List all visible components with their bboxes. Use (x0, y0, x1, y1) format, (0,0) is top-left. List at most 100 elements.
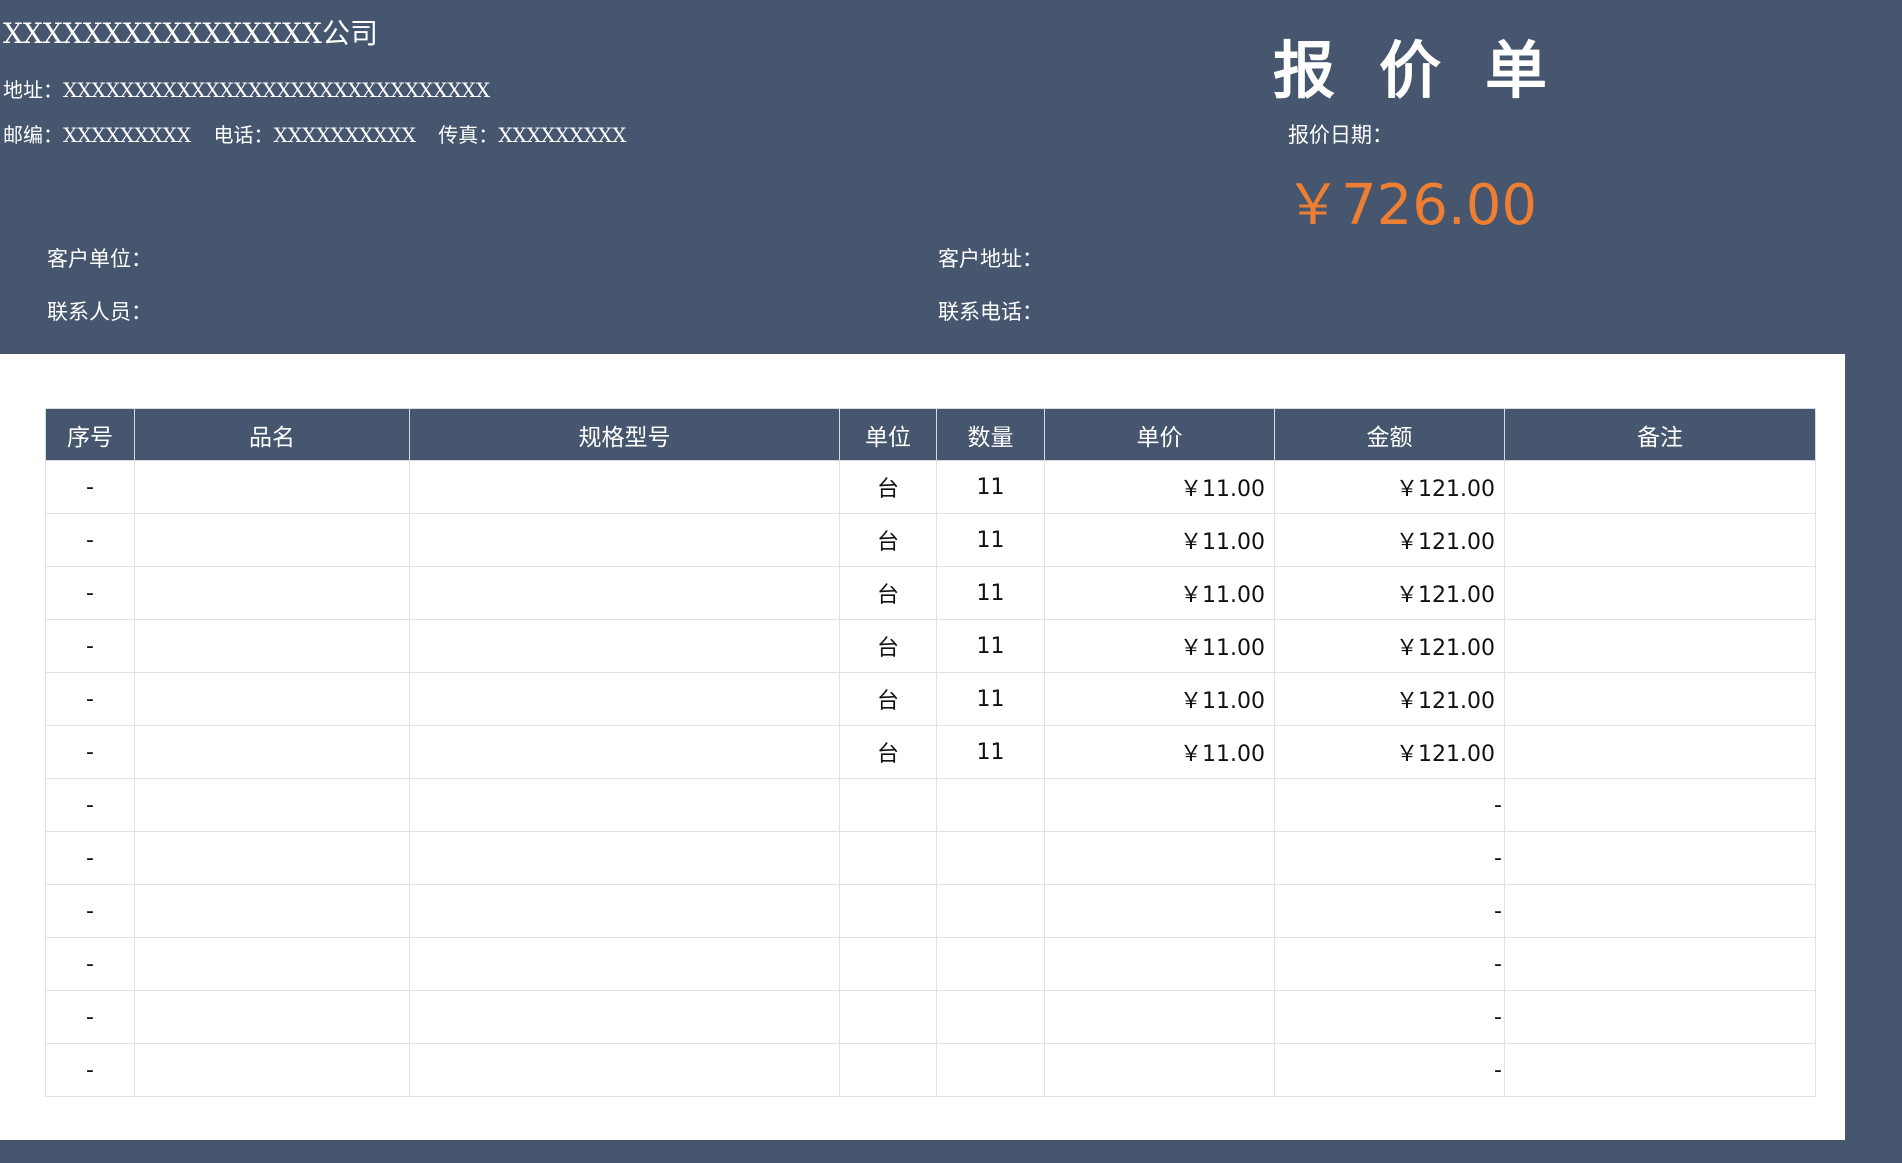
cell-unit[interactable] (839, 884, 937, 938)
cell-price[interactable]: ￥11.00 (1044, 725, 1275, 779)
cell-note[interactable] (1504, 725, 1816, 779)
cell-spec[interactable] (409, 990, 840, 1044)
cell-name[interactable] (134, 513, 410, 567)
cell-price[interactable]: ￥11.00 (1044, 566, 1275, 620)
cell-price[interactable]: ￥11.00 (1044, 513, 1275, 567)
cell-spec[interactable] (409, 672, 840, 726)
cell-unit[interactable]: 台 (839, 513, 937, 567)
cell-note[interactable] (1504, 672, 1816, 726)
cell-qty[interactable] (936, 778, 1045, 832)
cell-seq[interactable]: - (45, 937, 135, 991)
cell-unit[interactable]: 台 (839, 619, 937, 673)
cell-spec[interactable] (409, 619, 840, 673)
cell-note[interactable] (1504, 566, 1816, 620)
cell-unit[interactable]: 台 (839, 460, 937, 514)
cell-unit[interactable] (839, 1043, 937, 1097)
cell-qty[interactable] (936, 884, 1045, 938)
cell-amount[interactable]: ￥121.00 (1274, 513, 1505, 567)
cell-amount[interactable]: ￥121.00 (1274, 672, 1505, 726)
cell-amount[interactable]: - (1274, 831, 1505, 885)
cell-qty[interactable] (936, 990, 1045, 1044)
cell-amount[interactable]: - (1274, 1043, 1505, 1097)
cell-seq[interactable]: - (45, 990, 135, 1044)
cell-spec[interactable] (409, 460, 840, 514)
cell-qty[interactable]: 11 (936, 672, 1045, 726)
cell-price[interactable]: ￥11.00 (1044, 672, 1275, 726)
cell-amount[interactable]: - (1274, 778, 1505, 832)
cell-amount[interactable]: - (1274, 884, 1505, 938)
cell-price[interactable] (1044, 990, 1275, 1044)
cell-name[interactable] (134, 884, 410, 938)
cell-seq[interactable]: - (45, 460, 135, 514)
cell-seq[interactable]: - (45, 672, 135, 726)
cell-unit[interactable]: 台 (839, 566, 937, 620)
cell-seq[interactable]: - (45, 725, 135, 779)
cell-seq[interactable]: - (45, 1043, 135, 1097)
cell-unit[interactable]: 台 (839, 725, 937, 779)
cell-spec[interactable] (409, 937, 840, 991)
cell-spec[interactable] (409, 566, 840, 620)
cell-note[interactable] (1504, 937, 1816, 991)
cell-unit[interactable] (839, 778, 937, 832)
cell-spec[interactable] (409, 778, 840, 832)
cell-price[interactable]: ￥11.00 (1044, 460, 1275, 514)
cell-spec[interactable] (409, 831, 840, 885)
cell-price[interactable] (1044, 937, 1275, 991)
cell-qty[interactable]: 11 (936, 513, 1045, 567)
cell-price[interactable]: ￥11.00 (1044, 619, 1275, 673)
cell-price[interactable] (1044, 778, 1275, 832)
cell-amount[interactable]: ￥121.00 (1274, 566, 1505, 620)
cell-name[interactable] (134, 725, 410, 779)
cell-name[interactable] (134, 460, 410, 514)
cell-amount[interactable]: ￥121.00 (1274, 619, 1505, 673)
cell-name[interactable] (134, 672, 410, 726)
cell-name[interactable] (134, 937, 410, 991)
cell-seq[interactable]: - (45, 884, 135, 938)
cell-seq[interactable]: - (45, 513, 135, 567)
cell-note[interactable] (1504, 1043, 1816, 1097)
cell-amount[interactable]: - (1274, 990, 1505, 1044)
cell-name[interactable] (134, 831, 410, 885)
cell-qty[interactable]: 11 (936, 566, 1045, 620)
cell-seq[interactable]: - (45, 778, 135, 832)
cell-seq[interactable]: - (45, 619, 135, 673)
cell-spec[interactable] (409, 1043, 840, 1097)
cell-qty[interactable] (936, 937, 1045, 991)
cell-price[interactable] (1044, 1043, 1275, 1097)
cell-seq[interactable]: - (45, 831, 135, 885)
cell-qty[interactable] (936, 1043, 1045, 1097)
cell-amount[interactable]: - (1274, 937, 1505, 991)
cell-note[interactable] (1504, 884, 1816, 938)
cell-note[interactable] (1504, 460, 1816, 514)
cell-seq[interactable]: - (45, 566, 135, 620)
cell-spec[interactable] (409, 884, 840, 938)
cell-note[interactable] (1504, 778, 1816, 832)
cell-name[interactable] (134, 1043, 410, 1097)
table-row: - 台 11 ￥11.00 ￥121.00 (45, 725, 1816, 779)
cell-qty[interactable]: 11 (936, 619, 1045, 673)
cell-name[interactable] (134, 990, 410, 1044)
cell-unit[interactable] (839, 831, 937, 885)
header-amount: 金额 (1274, 408, 1505, 461)
cell-name[interactable] (134, 619, 410, 673)
cell-note[interactable] (1504, 831, 1816, 885)
cell-note[interactable] (1504, 990, 1816, 1044)
cell-amount[interactable]: ￥121.00 (1274, 460, 1505, 514)
cell-note[interactable] (1504, 619, 1816, 673)
cell-qty[interactable] (936, 831, 1045, 885)
cell-price[interactable] (1044, 884, 1275, 938)
cell-amount[interactable]: ￥121.00 (1274, 725, 1505, 779)
cell-note[interactable] (1504, 513, 1816, 567)
cell-unit[interactable] (839, 937, 937, 991)
cell-spec[interactable] (409, 725, 840, 779)
customer-contact-label: 联系人员： (47, 300, 152, 324)
cell-qty[interactable]: 11 (936, 460, 1045, 514)
cell-price[interactable] (1044, 831, 1275, 885)
cell-name[interactable] (134, 566, 410, 620)
cell-name[interactable] (134, 778, 410, 832)
cell-spec[interactable] (409, 513, 840, 567)
cell-unit[interactable] (839, 990, 937, 1044)
company-contact-line: 邮编：XXXXXXXXX 电话：XXXXXXXXXX 传真：XXXXXXXXX (3, 119, 642, 148)
cell-unit[interactable]: 台 (839, 672, 937, 726)
cell-qty[interactable]: 11 (936, 725, 1045, 779)
